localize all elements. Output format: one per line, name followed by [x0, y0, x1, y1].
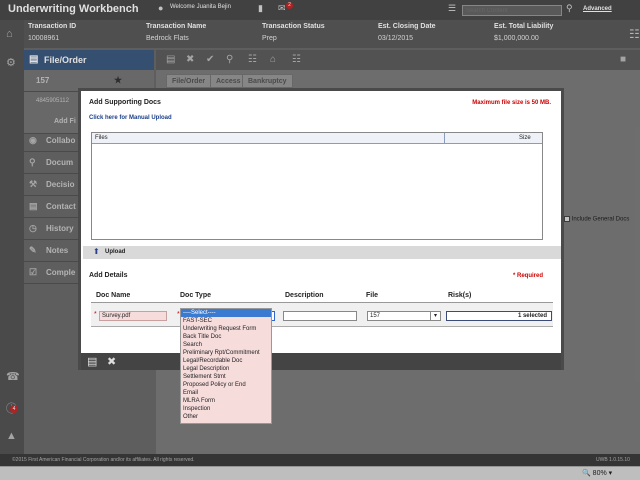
- size-column-header: Size: [519, 135, 531, 141]
- file-select[interactable]: 157 ▾: [367, 311, 441, 321]
- chevron-down-icon[interactable]: ▾: [430, 312, 440, 320]
- upload-button[interactable]: ⬆ Upload: [83, 246, 561, 259]
- doc-type-dropdown: ----Select---- FAST-SEC Underwriting Req…: [180, 308, 272, 424]
- details-row: * Survey.pdf * ----Select---- 157 ▾ 1 se…: [91, 303, 553, 327]
- file-header: File: [366, 292, 379, 299]
- details-table-header: Doc Name Doc Type Description File Risk(…: [91, 289, 553, 303]
- dialog-footer: ▤ ✖: [81, 353, 561, 370]
- doc-name-input[interactable]: Survey.pdf: [99, 311, 167, 321]
- doc-type-option[interactable]: ----Select----: [181, 309, 271, 317]
- required-star: *: [94, 311, 97, 318]
- doc-type-option[interactable]: Legal/Recordable Doc: [181, 357, 271, 365]
- max-size-note: Maximum file size is 50 MB.: [472, 100, 551, 106]
- doc-type-option[interactable]: Back Title Doc: [181, 333, 271, 341]
- doc-type-option[interactable]: Settlement Stmt: [181, 373, 271, 381]
- column-divider: [444, 133, 445, 144]
- doc-type-header: Doc Type: [180, 292, 211, 299]
- doc-type-option[interactable]: MLRA Form: [181, 397, 271, 405]
- files-column-header: Files: [95, 135, 108, 141]
- doc-type-option[interactable]: FAST-SEC: [181, 317, 271, 325]
- dialog-title: Add Supporting Docs: [89, 99, 161, 106]
- doc-type-option[interactable]: Legal Description: [181, 365, 271, 373]
- risks-header: Risk(s): [448, 292, 472, 299]
- doc-type-option[interactable]: Search: [181, 341, 271, 349]
- close-icon[interactable]: ✖: [107, 355, 116, 368]
- doc-name-header: Doc Name: [96, 292, 131, 299]
- doc-type-option[interactable]: Email: [181, 389, 271, 397]
- manual-upload-link[interactable]: Click here for Manual Upload: [89, 115, 172, 121]
- add-supporting-docs-dialog: Add Supporting Docs Maximum file size is…: [78, 88, 564, 370]
- doc-type-option[interactable]: Preliminary Rpt/Commitment: [181, 349, 271, 357]
- save-icon[interactable]: ▤: [87, 355, 97, 368]
- description-header: Description: [285, 292, 324, 299]
- files-table: Files Size: [91, 132, 543, 240]
- add-details-heading: Add Details: [89, 272, 128, 279]
- risks-select[interactable]: 1 selected: [446, 311, 552, 321]
- files-table-header: Files Size: [92, 133, 542, 144]
- upload-label: Upload: [105, 249, 126, 255]
- description-input[interactable]: [283, 311, 357, 321]
- doc-type-option[interactable]: Underwriting Request Form: [181, 325, 271, 333]
- doc-type-option[interactable]: Proposed Policy or End: [181, 381, 271, 389]
- doc-type-option[interactable]: Other: [181, 413, 271, 421]
- file-select-value: 157: [370, 313, 381, 319]
- doc-type-option[interactable]: Inspection: [181, 405, 271, 413]
- upload-arrow-icon: ⬆: [93, 247, 100, 256]
- required-note: * Required: [512, 273, 543, 279]
